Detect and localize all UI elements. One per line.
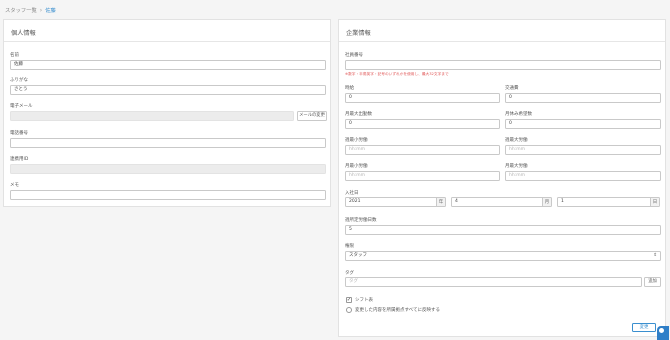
join-day-input[interactable]: 1 <box>557 197 651 207</box>
phone-label: 電話番号 <box>10 131 28 136</box>
weekly-days-label: 週所定労働日数 <box>345 218 377 223</box>
monthly-max-hours-label: 月最大労働 <box>505 164 528 169</box>
weekly-days-input[interactable]: 5 <box>345 225 661 235</box>
role-select[interactable]: スタッフ ⇕ <box>345 251 661 261</box>
email-label: 電子メール <box>10 104 33 109</box>
role-select-value: スタッフ <box>349 253 367 258</box>
company-info-title: 企業情報 <box>346 30 371 37</box>
breadcrumb-parent-link[interactable]: スタッフ一覧 <box>5 6 37 14</box>
phone-input[interactable] <box>10 138 326 148</box>
breadcrumb: スタッフ一覧 › 佐藤 <box>5 6 56 15</box>
memo-input[interactable] <box>10 190 326 200</box>
linked-id-input <box>10 164 326 174</box>
monthly-min-hours-input[interactable]: hh:mm <box>345 171 500 181</box>
email-input <box>10 111 294 121</box>
join-month-input[interactable]: 4 <box>451 197 543 207</box>
monthly-off-days-label: 月休み希望数 <box>505 112 532 117</box>
tag-label: タグ <box>345 271 354 276</box>
shift-checkbox-row[interactable]: ✓ シフト表 <box>346 297 373 303</box>
name-label: 名前 <box>10 53 19 58</box>
join-day-unit: 日 <box>651 197 660 207</box>
join-date-label: 入社日 <box>345 191 359 196</box>
shift-checkbox-label: シフト表 <box>355 298 373 303</box>
help-chat-button[interactable] <box>657 326 669 340</box>
apply-all-radio-row[interactable]: 変更した内容を所属拠点すべてに反映する <box>346 307 440 313</box>
tag-add-button[interactable]: 追加 <box>644 277 661 287</box>
memo-label: メモ <box>10 183 19 188</box>
kana-input[interactable]: さとう <box>10 85 326 95</box>
company-info-panel: 企業情報 社員番号 ※数字・半角英字・記号のいずれかを使用し、最大32文字まで … <box>338 19 666 337</box>
monthly-off-days-input[interactable]: 0 <box>505 119 661 129</box>
chevron-right-icon: › <box>39 6 43 14</box>
employee-no-label: 社員番号 <box>345 53 363 58</box>
personal-info-title: 個人情報 <box>11 30 36 37</box>
role-label: 権限 <box>345 244 354 249</box>
linked-id-label: 連携用ID <box>10 157 29 162</box>
apply-all-label: 変更した内容を所属拠点すべてに反映する <box>355 308 441 313</box>
employee-no-input[interactable] <box>345 60 661 70</box>
weekly-min-hours-input[interactable]: hh:mm <box>345 145 500 155</box>
personal-info-panel: 個人情報 名前 佐藤 ふりがな さとう 電子メール メールの変更 電話番号 連携… <box>3 19 331 207</box>
email-change-button[interactable]: メールの変更 <box>297 111 327 121</box>
transport-label: 交通費 <box>505 86 519 91</box>
apply-all-radio[interactable] <box>346 307 352 313</box>
monthly-max-days-label: 月最大出勤数 <box>345 112 372 117</box>
breadcrumb-current: 佐藤 <box>45 8 56 14</box>
join-year-unit: 年 <box>437 197 446 207</box>
weekly-min-hours-label: 週最小労働 <box>345 138 368 143</box>
transport-input[interactable]: 0 <box>505 93 661 103</box>
weekly-max-hours-input[interactable]: hh:mm <box>505 145 661 155</box>
shift-checkbox[interactable]: ✓ <box>346 297 352 303</box>
weekly-max-hours-label: 週最大労働 <box>505 138 528 143</box>
save-button[interactable]: 変更 <box>632 323 656 332</box>
divider <box>4 41 330 42</box>
monthly-max-hours-input[interactable]: hh:mm <box>505 171 661 181</box>
select-arrows-icon: ⇕ <box>653 253 657 258</box>
monthly-max-days-input[interactable]: 0 <box>345 119 500 129</box>
tag-input[interactable]: タグ <box>345 277 642 287</box>
hourly-label: 時給 <box>345 86 354 91</box>
divider <box>339 41 665 42</box>
kana-label: ふりがな <box>10 78 28 83</box>
name-input[interactable]: 佐藤 <box>10 60 326 70</box>
monthly-min-hours-label: 月最小労働 <box>345 164 368 169</box>
join-year-input[interactable]: 2021 <box>345 197 437 207</box>
chat-icon <box>659 328 664 333</box>
hourly-input[interactable]: 0 <box>345 93 500 103</box>
join-month-unit: 月 <box>543 197 552 207</box>
employee-no-note: ※数字・半角英字・記号のいずれかを使用し、最大32文字まで <box>345 72 449 76</box>
